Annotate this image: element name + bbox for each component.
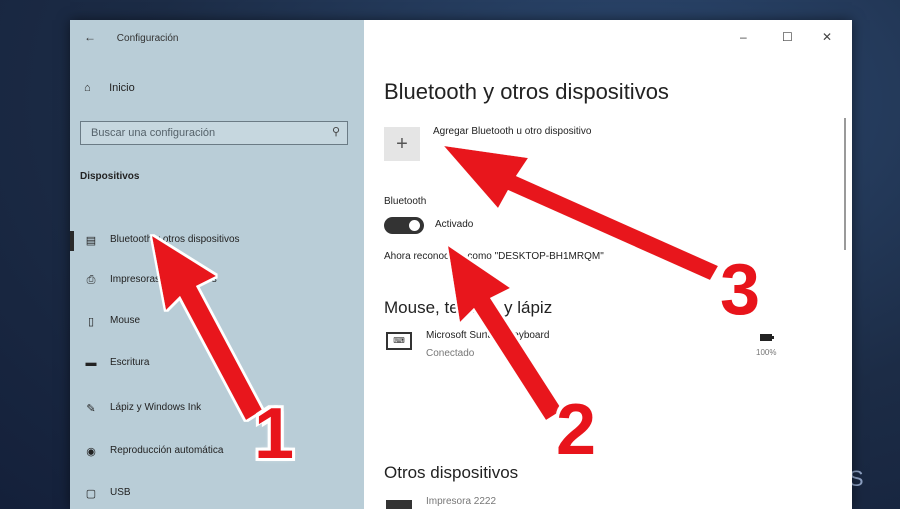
- pen-icon: ✎: [86, 403, 96, 415]
- step-number-3: 3: [720, 250, 761, 330]
- other-device-name[interactable]: Impresora 2222: [426, 496, 496, 507]
- device-name[interactable]: Microsoft Surface Keyboard: [426, 330, 549, 341]
- bluetooth-toggle[interactable]: [384, 217, 424, 234]
- window-title: Configuración: [116, 33, 179, 44]
- usb-icon: ▢: [85, 488, 97, 500]
- toggle-knob: [409, 220, 420, 231]
- sidebar-item-home[interactable]: ⌂ Inicio: [84, 82, 135, 94]
- sidebar: ← Configuración ⌂ Inicio ⚲ Dispositivos …: [70, 20, 364, 509]
- mouse-icon: ▯: [87, 316, 95, 328]
- sidebar-item-label: Reproducción automática: [110, 445, 224, 456]
- home-icon: ⌂: [84, 82, 91, 94]
- search-box[interactable]: ⚲: [80, 121, 348, 145]
- printer-icon: ⎙: [86, 274, 96, 286]
- main-pane: – ☐ ✕ Bluetooth y otros dispositivos + A…: [364, 20, 852, 509]
- plus-icon: +: [396, 133, 408, 155]
- sidebar-item-usb[interactable]: ▢ USB: [70, 482, 364, 506]
- close-button[interactable]: ✕: [822, 30, 832, 44]
- search-icon: ⚲: [331, 126, 340, 138]
- sidebar-item-mouse[interactable]: ▯ Mouse: [70, 310, 364, 334]
- sidebar-item-bluetooth[interactable]: ▤ Bluetooth y otros dispositivos: [70, 229, 364, 253]
- battery-icon: [760, 334, 774, 341]
- minimize-button[interactable]: –: [740, 30, 747, 44]
- sidebar-item-pen[interactable]: ✎ Lápiz y Windows Ink: [70, 397, 364, 421]
- sidebar-item-typing[interactable]: ▬ Escritura: [70, 352, 364, 376]
- toggle-state-label: Activado: [435, 219, 474, 230]
- keyboard-icon: ⌨: [386, 332, 412, 350]
- back-arrow-icon[interactable]: ←: [84, 30, 96, 44]
- add-device-button[interactable]: +: [384, 127, 420, 161]
- bluetooth-devices-icon: ▤: [85, 235, 97, 247]
- sidebar-item-printers[interactable]: ⎙ Impresoras y escáneres: [70, 269, 364, 293]
- add-device-label[interactable]: Agregar Bluetooth u otro dispositivo: [433, 126, 591, 137]
- sidebar-item-label: Mouse: [110, 315, 141, 326]
- sidebar-item-label: Bluetooth y otros dispositivos: [110, 234, 240, 245]
- title-bar: ← Configuración: [84, 30, 179, 44]
- sidebar-heading: Dispositivos: [80, 171, 140, 182]
- battery-percent: 100%: [756, 348, 777, 357]
- active-indicator: [70, 231, 74, 251]
- page-title: Bluetooth y otros dispositivos: [384, 79, 669, 104]
- sidebar-item-autoplay[interactable]: ◉ Reproducción automática: [70, 440, 364, 464]
- discoverable-text: Ahora reconocible como "DESKTOP-BH1MRQM": [384, 251, 604, 262]
- step-number-1: 1: [254, 394, 295, 474]
- other-devices-heading: Otros dispositivos: [384, 463, 519, 482]
- mouse-keyboard-heading: Mouse, teclado y lápiz: [384, 298, 553, 317]
- printer-device-icon: [386, 500, 412, 509]
- keyboard-icon: ▬: [85, 357, 97, 369]
- autoplay-icon: ◉: [86, 446, 96, 458]
- scrollbar[interactable]: [844, 118, 846, 250]
- sidebar-item-label: Lápiz y Windows Ink: [110, 402, 202, 413]
- step-number-2: 2: [556, 390, 597, 470]
- sidebar-item-label: Impresoras y escáneres: [110, 274, 217, 285]
- home-label: Inicio: [109, 82, 135, 94]
- search-input[interactable]: [89, 126, 323, 140]
- bluetooth-section-label: Bluetooth: [384, 196, 427, 207]
- maximize-button[interactable]: ☐: [782, 30, 793, 44]
- sidebar-item-label: Escritura: [110, 357, 150, 368]
- device-status: Conectado: [426, 348, 475, 359]
- sidebar-item-label: USB: [110, 487, 131, 498]
